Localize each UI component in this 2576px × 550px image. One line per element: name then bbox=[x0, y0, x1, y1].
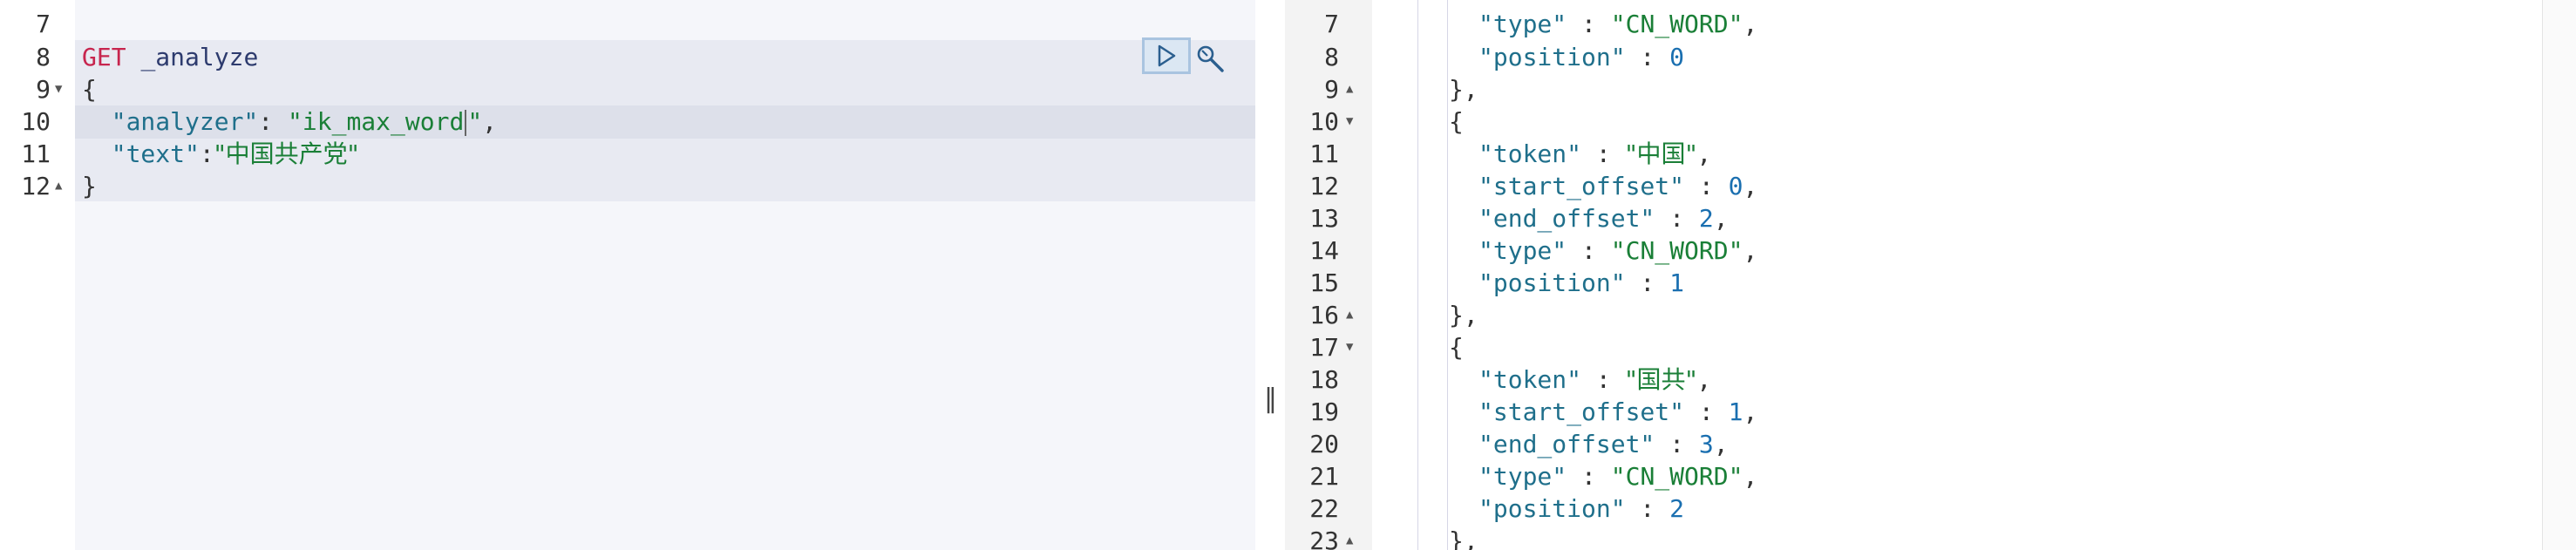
line-number: 7 bbox=[1324, 10, 1339, 38]
pane-resizer[interactable]: ‖ bbox=[1255, 0, 1285, 550]
json-string: " bbox=[467, 107, 483, 136]
line-number: 7 bbox=[36, 10, 51, 38]
line-number: 11 bbox=[1309, 139, 1339, 168]
request-method: GET bbox=[82, 43, 126, 71]
line-number: 8 bbox=[36, 43, 51, 71]
fold-toggle-icon[interactable]: ▼ bbox=[55, 73, 62, 105]
line-number: 15 bbox=[1309, 268, 1339, 297]
json-line: "position" : 1 bbox=[1478, 268, 1685, 297]
json-line: "end_offset" : 2, bbox=[1478, 204, 1729, 233]
line-number: 22 bbox=[1309, 494, 1339, 523]
line-number: 11 bbox=[21, 139, 51, 168]
request-editor-pane[interactable]: 7 8 9 10 11 12 ▼ ▲ GET _analyze { "analy… bbox=[0, 0, 1255, 550]
line-number: 19 bbox=[1309, 397, 1339, 426]
request-line[interactable]: GET _analyze bbox=[82, 41, 258, 73]
request-settings-button[interactable] bbox=[1193, 42, 1228, 77]
json-line: }, bbox=[1449, 526, 1478, 550]
fold-toggle-icon[interactable]: ▲ bbox=[1346, 525, 1353, 550]
line-number: 12 bbox=[21, 172, 51, 200]
fold-toggle-icon[interactable]: ▼ bbox=[1346, 331, 1353, 363]
json-line: "position" : 0 bbox=[1478, 43, 1685, 71]
text-cursor bbox=[465, 110, 467, 136]
json-line: { bbox=[1449, 107, 1464, 136]
close-brace: } bbox=[82, 172, 97, 200]
code-line[interactable]: { bbox=[82, 73, 97, 105]
json-key: "analyzer" bbox=[111, 107, 259, 136]
fold-toggle-icon[interactable]: ▲ bbox=[1346, 73, 1353, 105]
wrench-icon bbox=[1197, 45, 1224, 72]
json-line: "start_offset" : 1, bbox=[1478, 397, 1758, 426]
line-number: 9 bbox=[1324, 75, 1339, 104]
code-line[interactable]: } bbox=[82, 170, 97, 202]
line-number: 18 bbox=[1309, 365, 1339, 394]
response-scrollbar[interactable] bbox=[2542, 0, 2576, 550]
json-line: "type" : "CN_WORD", bbox=[1478, 462, 1758, 491]
play-icon bbox=[1158, 44, 1176, 67]
json-line: "type" : "CN_WORD", bbox=[1478, 236, 1758, 265]
json-line: }, bbox=[1449, 75, 1478, 104]
line-number: 14 bbox=[1309, 236, 1339, 265]
json-key: "text" bbox=[111, 139, 200, 168]
line-number: 13 bbox=[1309, 204, 1339, 233]
json-line: "token" : "国共", bbox=[1478, 365, 1712, 394]
json-string: "中国共产党" bbox=[214, 139, 359, 168]
fold-toggle-icon[interactable]: ▲ bbox=[1346, 299, 1353, 331]
line-number: 20 bbox=[1309, 430, 1339, 458]
json-line: "type" : "CN_WORD", bbox=[1478, 10, 1758, 38]
code-line[interactable]: "text":"中国共产党" bbox=[82, 138, 359, 170]
line-number: 10 bbox=[1309, 107, 1339, 136]
line-number: 9 bbox=[36, 75, 51, 104]
resize-handle-icon[interactable]: ‖ bbox=[1264, 384, 1277, 414]
json-line: "start_offset" : 0, bbox=[1478, 172, 1758, 200]
json-string: "ik_max_word bbox=[288, 107, 465, 136]
line-number: 12 bbox=[1309, 172, 1339, 200]
line-number: 10 bbox=[21, 107, 51, 136]
line-number: 21 bbox=[1309, 462, 1339, 491]
open-brace: { bbox=[82, 75, 97, 104]
line-number: 8 bbox=[1324, 43, 1339, 71]
run-request-button[interactable] bbox=[1142, 37, 1191, 74]
indent-guide bbox=[1447, 0, 1448, 550]
response-output-pane[interactable]: 7 8 9 10 11 12 13 14 15 16 17 18 19 20 2… bbox=[1285, 0, 2576, 550]
fold-toggle-icon[interactable]: ▼ bbox=[1346, 105, 1353, 138]
json-line: "token" : "中国", bbox=[1478, 139, 1712, 168]
line-number: 16 bbox=[1309, 301, 1339, 329]
json-line: { bbox=[1449, 333, 1464, 362]
line-number: 23 bbox=[1309, 526, 1339, 550]
json-line: "end_offset" : 3, bbox=[1478, 430, 1729, 458]
request-path: _analyze bbox=[140, 43, 259, 71]
json-line: "position" : 2 bbox=[1478, 494, 1685, 523]
fold-toggle-icon[interactable]: ▲ bbox=[55, 170, 62, 202]
line-number: 17 bbox=[1309, 333, 1339, 362]
indent-guide bbox=[1417, 0, 1418, 550]
console-root: 7 8 9 10 11 12 ▼ ▲ GET _analyze { "analy… bbox=[0, 0, 2576, 550]
json-line: }, bbox=[1449, 301, 1478, 329]
code-line[interactable]: "analyzer": "ik_max_word ", bbox=[82, 105, 497, 138]
